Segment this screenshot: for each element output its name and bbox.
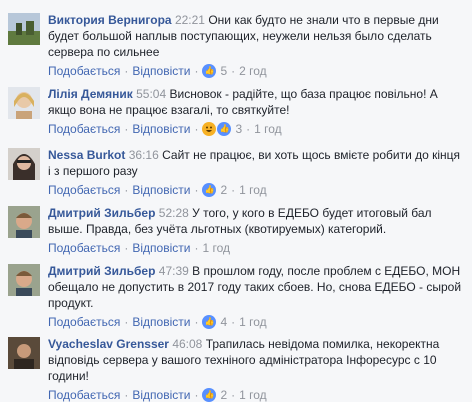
comment-age[interactable]: 1 год	[239, 315, 267, 329]
comment-time: 46:08	[172, 337, 203, 351]
comment-time: 55:04	[136, 87, 167, 101]
comment-text-block: Nessa Burkot 36:16 Сайт не працює, ви хо…	[48, 147, 462, 179]
comment-actions: Подобається · Відповісти · 👍 2 · 1 год	[48, 183, 267, 197]
comment-time: 47:39	[158, 264, 189, 278]
like-button[interactable]: Подобається	[48, 183, 120, 197]
reactions-summary[interactable]: 👍 2	[202, 388, 227, 402]
comment-text-block: Лілія Демяник 55:04 Висновок - радійте, …	[48, 86, 462, 118]
comment-time: 36:16	[128, 148, 159, 162]
comment-text-block: Дмитрий Зильбер 47:39 В прошлом году, по…	[48, 263, 462, 311]
reaction-count: 2	[220, 183, 228, 197]
avatar[interactable]	[8, 206, 40, 238]
reactions-summary[interactable]: 👍 4	[202, 315, 227, 329]
like-icon: 👍	[202, 183, 217, 197]
comment-thread: Виктория Вернигора 22:21 Они как будто н…	[0, 0, 472, 402]
comment-actions: Подобається · Відповісти · 👍 5 · 2 год	[48, 64, 267, 78]
comment-author[interactable]: Лілія Демяник	[48, 87, 133, 101]
like-icon: 👍	[202, 315, 217, 329]
reply-button[interactable]: Відповісти	[132, 315, 190, 329]
like-button[interactable]: Подобається	[48, 388, 120, 402]
avatar[interactable]	[8, 264, 40, 296]
comment-age[interactable]: 1 год	[202, 241, 230, 255]
like-button[interactable]: Подобається	[48, 64, 120, 78]
comment-time: 22:21	[174, 13, 205, 27]
comment-author[interactable]: Виктория Вернигора	[48, 13, 172, 27]
reaction-count: 3	[235, 122, 243, 136]
reactions-summary[interactable]: 👍 3	[202, 122, 242, 136]
reply-button[interactable]: Відповісти	[132, 122, 190, 136]
haha-icon	[202, 122, 217, 136]
comment-age[interactable]: 1 год	[239, 388, 267, 402]
comment-author[interactable]: Nessa Burkot	[48, 148, 125, 162]
avatar[interactable]	[8, 87, 40, 119]
like-button[interactable]: Подобається	[48, 122, 120, 136]
like-icon: 👍	[202, 388, 217, 402]
reply-button[interactable]: Відповісти	[132, 183, 190, 197]
reply-button[interactable]: Відповісти	[132, 241, 190, 255]
like-button[interactable]: Подобається	[48, 241, 120, 255]
reaction-count: 5	[220, 64, 228, 78]
like-icon: 👍	[202, 64, 217, 78]
comment-author[interactable]: Дмитрий Зильбер	[48, 206, 155, 220]
avatar[interactable]	[8, 13, 40, 45]
comment-age[interactable]: 1 год	[239, 183, 267, 197]
reaction-count: 2	[220, 388, 228, 402]
reply-button[interactable]: Відповісти	[132, 64, 190, 78]
comment-text-block: Vyacheslav Grensser 46:08 Трапилась неві…	[48, 336, 462, 384]
reactions-summary[interactable]: 👍 5	[202, 64, 227, 78]
comment-actions: Подобається · Відповісти · 1 год	[48, 241, 230, 255]
like-icon: 👍	[217, 122, 232, 136]
comment-actions: Подобається · Відповісти · 👍 4 · 1 год	[48, 315, 267, 329]
comment-author[interactable]: Vyacheslav Grensser	[48, 337, 169, 351]
reaction-count: 4	[220, 315, 228, 329]
avatar[interactable]	[8, 148, 40, 180]
comment-author[interactable]: Дмитрий Зильбер	[48, 264, 155, 278]
comment-age[interactable]: 1 год	[254, 122, 282, 136]
comment-actions: Подобається · Відповісти · 👍 2 · 1 год	[48, 388, 267, 402]
comment-age[interactable]: 2 год	[239, 64, 267, 78]
comment-text-block: Виктория Вернигора 22:21 Они как будто н…	[48, 12, 462, 60]
comment-text-block: Дмитрий Зильбер 52:28 У того, у кого в Е…	[48, 205, 462, 237]
reply-button[interactable]: Відповісти	[132, 388, 190, 402]
reactions-summary[interactable]: 👍 2	[202, 183, 227, 197]
avatar[interactable]	[8, 337, 40, 369]
comment-time: 52:28	[158, 206, 189, 220]
like-button[interactable]: Подобається	[48, 315, 120, 329]
comment-actions: Подобається · Відповісти · 👍 3 · 1 год	[48, 122, 282, 136]
